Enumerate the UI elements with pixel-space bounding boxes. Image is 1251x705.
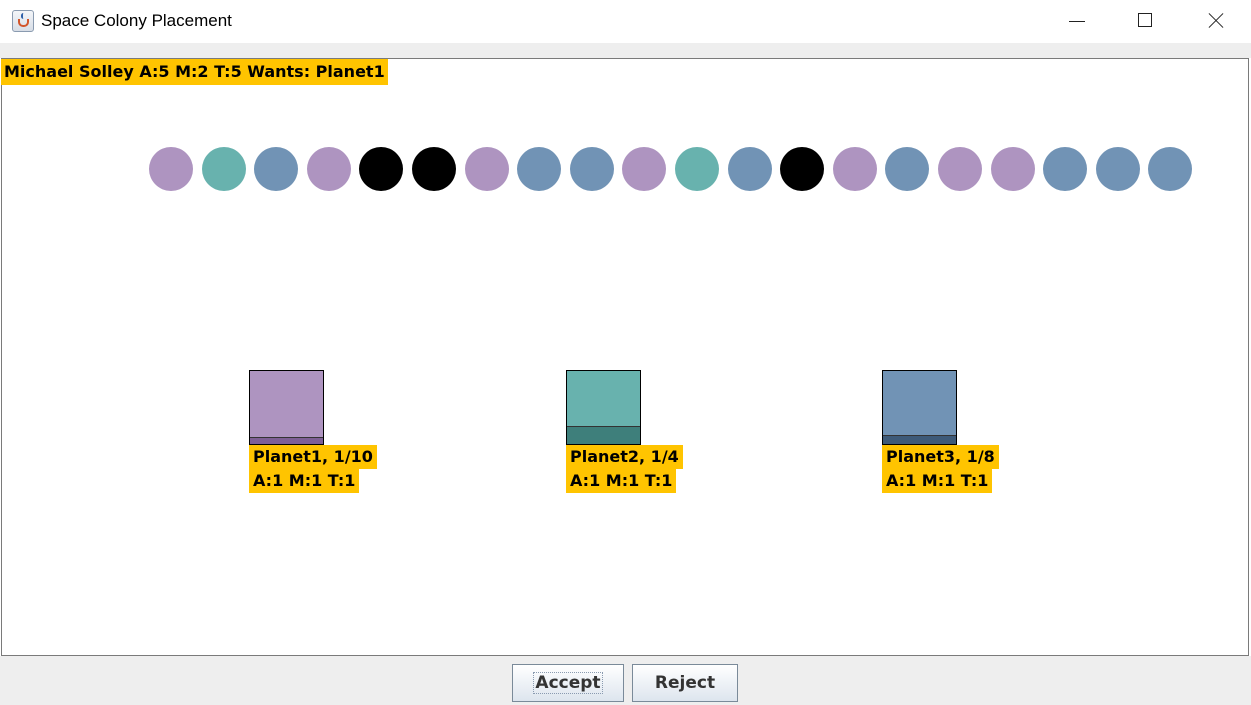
close-button[interactable]	[1180, 0, 1250, 43]
planet-1-occupancy-fill	[250, 436, 323, 444]
title-bar: Space Colony Placement	[0, 0, 1251, 43]
queue-colonist-dot	[622, 147, 666, 191]
reject-button-label: Reject	[654, 673, 716, 693]
planet-1-name-label: Planet1, 1/10	[249, 445, 377, 469]
queue-colonist-dot	[1148, 147, 1192, 191]
planet-3-stats-label: A:1 M:1 T:1	[882, 469, 993, 493]
queue-colonist-dot	[728, 147, 772, 191]
queue-colonist-dot	[1096, 147, 1140, 191]
current-colonist-label: Michael Solley A:5 M:2 T:5 Wants: Planet…	[1, 59, 388, 85]
planet-3-name-label: Planet3, 1/8	[882, 445, 999, 469]
queue-colonist-dot	[570, 147, 614, 191]
queue-colonist-dot	[412, 147, 456, 191]
queue-colonist-dot	[149, 147, 193, 191]
queue-colonist-dot	[307, 147, 351, 191]
maximize-button[interactable]	[1110, 0, 1180, 43]
planet-2-name-label: Planet2, 1/4	[566, 445, 683, 469]
accept-button[interactable]: Accept	[512, 664, 624, 702]
window-title: Space Colony Placement	[41, 11, 232, 30]
planet-1-stats-label: A:1 M:1 T:1	[249, 469, 360, 493]
reject-button[interactable]: Reject	[632, 664, 738, 702]
planet-2-occupancy-fill	[567, 425, 640, 444]
queue-colonist-dot	[359, 147, 403, 191]
maximize-icon	[1138, 13, 1152, 27]
planet-3-occupancy-fill	[883, 434, 956, 444]
button-bar	[0, 656, 1251, 705]
queue-colonist-dot	[885, 147, 929, 191]
planet-3-box[interactable]	[882, 370, 957, 445]
minimize-icon	[1069, 21, 1085, 22]
frame-strip	[0, 43, 1251, 58]
java-cup-icon	[12, 10, 34, 32]
queue-colonist-dot	[202, 147, 246, 191]
queue-colonist-dot	[780, 147, 824, 191]
queue-colonist-dot	[675, 147, 719, 191]
planet-2-box[interactable]	[566, 370, 641, 445]
accept-button-label: Accept	[533, 672, 603, 694]
planet-2-stats-label: A:1 M:1 T:1	[566, 469, 677, 493]
planet-1-box[interactable]	[249, 370, 324, 445]
queue-colonist-dot	[1043, 147, 1087, 191]
queue-colonist-dot	[833, 147, 877, 191]
queue-colonist-dot	[991, 147, 1035, 191]
queue-colonist-dot	[938, 147, 982, 191]
queue-colonist-dot	[465, 147, 509, 191]
queue-colonist-dot	[254, 147, 298, 191]
minimize-button[interactable]	[1041, 0, 1111, 43]
queue-colonist-dot	[517, 147, 561, 191]
